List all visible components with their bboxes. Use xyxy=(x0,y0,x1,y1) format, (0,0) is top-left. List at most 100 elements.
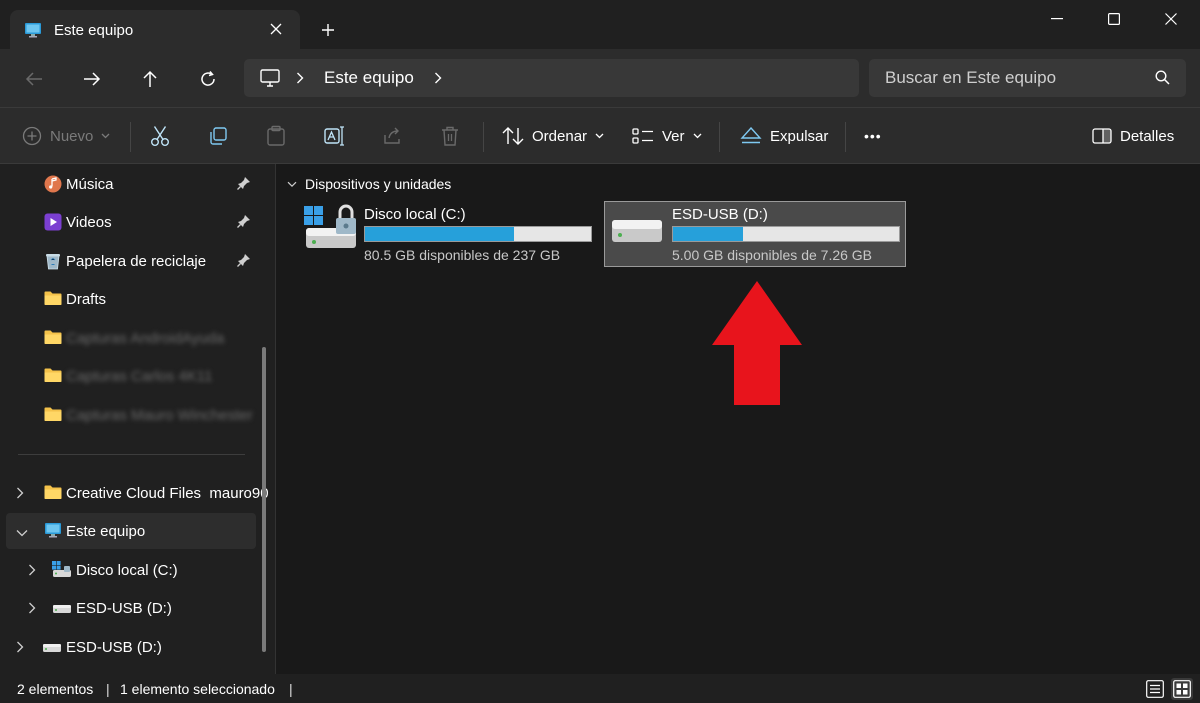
drive-usage-bar xyxy=(364,226,592,242)
sidebar-item-blurred-folder-2[interactable]: Capturas Carlos 4K11 xyxy=(0,358,260,394)
sidebar-item-creative-cloud[interactable]: Creative Cloud Files mauro90 xyxy=(0,475,269,511)
sidebar-item-esd-usb-child[interactable]: ESD-USB (D:) xyxy=(0,590,260,626)
item-count: 2 elementos xyxy=(17,681,94,697)
copy-button[interactable] xyxy=(208,122,228,150)
folder-icon xyxy=(44,406,62,424)
arrow-up-icon xyxy=(143,70,157,87)
sidebar-item-esd-usb[interactable]: ESD-USB (D:) xyxy=(0,629,260,665)
pin-icon[interactable] xyxy=(237,176,251,194)
sidebar-item-este-equipo[interactable]: Este equipo xyxy=(6,513,256,549)
chevron-right-icon[interactable] xyxy=(296,72,304,84)
chevron-down-icon xyxy=(287,181,297,188)
new-label: Nuevo xyxy=(50,127,94,145)
sidebar-item-drafts[interactable]: Drafts xyxy=(0,281,260,317)
details-label: Detalles xyxy=(1120,127,1175,145)
pin-icon[interactable] xyxy=(237,214,251,232)
search-input[interactable] xyxy=(885,68,1135,88)
chevron-right-icon[interactable] xyxy=(16,486,24,503)
chevron-right-icon[interactable] xyxy=(16,640,24,657)
red-arrow-annotation xyxy=(712,281,802,405)
minimize-button[interactable] xyxy=(1035,6,1079,32)
chevron-down-icon[interactable] xyxy=(16,524,28,541)
recycle-bin-icon xyxy=(44,252,62,270)
toolbar-divider xyxy=(719,122,720,152)
sidebar-item-label: Drafts xyxy=(66,291,107,308)
sidebar-divider xyxy=(18,454,245,455)
forward-button[interactable] xyxy=(76,63,108,95)
selection-count: 1 elemento seleccionado xyxy=(120,681,275,697)
address-bar[interactable]: Este equipo xyxy=(244,59,859,97)
navigation-bar: Este equipo xyxy=(0,49,1200,108)
maximize-button[interactable] xyxy=(1092,6,1136,32)
folder-icon xyxy=(44,484,62,502)
search-box[interactable] xyxy=(869,59,1186,97)
tiles-view-button[interactable] xyxy=(1171,678,1193,700)
sidebar-item-label: Capturas Carlos 4K11 xyxy=(66,368,213,385)
sidebar-item-label: Capturas AndroidAyuda xyxy=(66,330,225,347)
sidebar-scrollbar[interactable] xyxy=(262,347,266,652)
chevron-right-icon[interactable] xyxy=(434,72,442,84)
drive-tile-d[interactable]: ESD-USB (D:) 5.00 GB disponibles de 7.26… xyxy=(604,201,906,267)
rename-button[interactable] xyxy=(324,122,346,150)
folder-icon xyxy=(44,290,62,308)
videos-icon xyxy=(44,213,62,231)
trash-icon xyxy=(440,125,460,147)
arrow-left-icon xyxy=(25,72,42,86)
sidebar-item-blurred-folder-3[interactable]: Capturas Mauro Winchester xyxy=(0,397,260,433)
new-button[interactable]: Nuevo xyxy=(22,122,110,150)
delete-button[interactable] xyxy=(440,122,460,150)
folder-icon xyxy=(44,329,62,347)
sort-icon xyxy=(502,127,524,145)
tab-este-equipo[interactable]: Este equipo xyxy=(10,10,300,50)
toolbar-divider xyxy=(483,122,484,152)
sidebar-item-blurred-folder-1[interactable]: Capturas AndroidAyuda xyxy=(0,320,260,356)
view-list-icon xyxy=(632,127,654,145)
title-bar: Este equipo xyxy=(0,0,1200,50)
status-bar: 2 elementos | 1 elemento seleccionado | xyxy=(0,674,1200,703)
paste-button[interactable] xyxy=(266,122,286,150)
search-icon[interactable] xyxy=(1155,70,1170,90)
details-view-icon xyxy=(1146,680,1164,698)
rename-icon xyxy=(324,126,346,146)
view-button[interactable]: Ver xyxy=(632,122,702,150)
computer-icon xyxy=(44,522,62,540)
sidebar-item-videos[interactable]: Videos xyxy=(0,204,260,240)
details-button[interactable]: Detalles xyxy=(1092,122,1174,150)
eject-icon xyxy=(740,127,762,145)
drive-tile-c[interactable]: Disco local (C:) 80.5 GB disponibles de … xyxy=(302,202,602,268)
breadcrumb-este-equipo[interactable]: Este equipo xyxy=(324,68,414,88)
close-window-button[interactable] xyxy=(1149,6,1193,32)
chevron-right-icon[interactable] xyxy=(28,563,36,580)
share-icon xyxy=(382,126,402,146)
sidebar-item-musica[interactable]: Música xyxy=(0,166,260,202)
share-button[interactable] xyxy=(382,122,402,150)
sort-button[interactable]: Ordenar xyxy=(502,122,604,150)
cut-button[interactable] xyxy=(150,122,170,150)
scissors-icon xyxy=(150,125,170,147)
group-header-devices[interactable]: Dispositivos y unidades xyxy=(287,176,451,192)
sidebar-item-label: ESD-USB (D:) xyxy=(66,639,162,656)
close-tab-icon[interactable] xyxy=(266,19,286,39)
sidebar-item-label: Música xyxy=(66,176,114,193)
group-title: Dispositivos y unidades xyxy=(305,176,452,192)
toolbar-divider xyxy=(130,122,131,152)
sidebar-item-recycle-bin[interactable]: Papelera de reciclaje xyxy=(0,243,260,279)
sidebar-item-disco-local[interactable]: Disco local (C:) xyxy=(0,552,260,588)
content-pane: Dispositivos y unidades Disco local (C:)… xyxy=(277,164,1200,674)
drive-usage-fill xyxy=(365,227,515,241)
eject-button[interactable]: Expulsar xyxy=(740,122,828,150)
details-pane-icon xyxy=(1092,127,1112,145)
back-button[interactable] xyxy=(18,63,50,95)
monitor-icon xyxy=(260,69,280,87)
more-options-button[interactable]: ••• xyxy=(864,122,882,150)
sidebar-item-label: ESD-USB (D:) xyxy=(76,600,172,617)
details-view-button[interactable] xyxy=(1144,678,1166,700)
refresh-button[interactable] xyxy=(192,63,224,95)
pin-icon[interactable] xyxy=(237,253,251,271)
view-label: Ver xyxy=(662,127,685,145)
new-tab-button[interactable] xyxy=(316,18,340,42)
sidebar-item-label: Disco local (C:) xyxy=(76,562,178,579)
sidebar-item-label: Este equipo xyxy=(66,523,146,540)
chevron-right-icon[interactable] xyxy=(28,601,36,618)
up-button[interactable] xyxy=(134,63,166,95)
